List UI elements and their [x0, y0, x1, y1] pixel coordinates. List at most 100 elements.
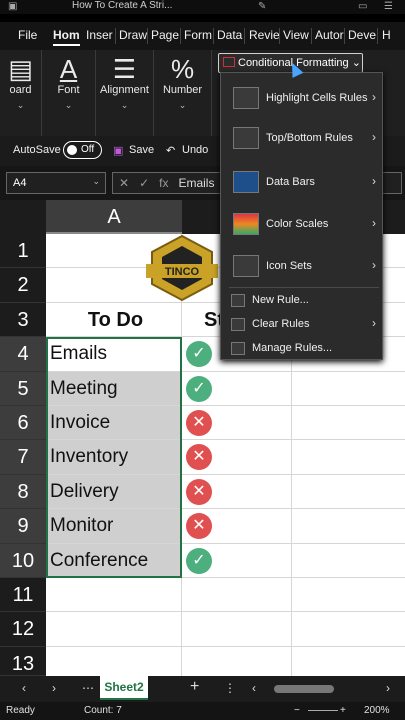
cell[interactable] — [46, 646, 182, 676]
chevron-left-icon[interactable]: ‹ — [22, 681, 26, 695]
menu-item-new-rule[interactable]: New Rule... — [221, 291, 384, 311]
cell[interactable] — [292, 578, 405, 613]
font-group[interactable]: A Font ⌄ — [42, 50, 96, 136]
horizontal-scrollbar[interactable] — [274, 685, 334, 693]
more-icon[interactable]: ⋮ — [224, 681, 236, 695]
name-box[interactable]: A4 ⌄ — [6, 172, 106, 194]
row-header[interactable]: 3 — [0, 302, 46, 338]
row-header[interactable]: 2 — [0, 268, 46, 303]
menu-item-icon-sets[interactable]: Icon Sets › — [221, 249, 384, 283]
cell[interactable] — [292, 647, 405, 676]
alignment-icon: ☰ — [112, 54, 137, 84]
row-header[interactable]: 10 — [0, 543, 46, 578]
layout-icon[interactable]: ▭ — [358, 1, 367, 12]
row-header[interactable]: 9 — [0, 509, 46, 544]
clipboard-group[interactable]: ▤ oard ⌄ — [0, 50, 42, 136]
status-cell[interactable]: ✕ — [182, 440, 292, 475]
clipboard-label: oard — [9, 84, 32, 96]
tab-draw[interactable]: Draw — [119, 28, 147, 42]
sheet-tab[interactable]: Sheet2 — [100, 676, 148, 700]
row-header[interactable]: 8 — [0, 474, 46, 510]
cell[interactable] — [292, 440, 405, 475]
row-header[interactable]: 12 — [0, 612, 46, 647]
enter-icon[interactable]: ✓ — [139, 176, 149, 190]
menu-item-clear-rules[interactable]: Clear Rules › — [221, 315, 384, 335]
tab-help[interactable]: H — [382, 28, 391, 42]
menu-icon[interactable]: ☰ — [384, 1, 393, 12]
status-cell[interactable]: ✓ — [182, 543, 292, 578]
cell[interactable] — [292, 612, 405, 647]
cross-icon: ✕ — [186, 513, 212, 540]
zoom-out-icon[interactable]: − — [294, 705, 300, 716]
row-header[interactable]: 11 — [0, 578, 46, 613]
undo-label[interactable]: Undo — [182, 144, 208, 156]
task-cell[interactable]: Emails — [46, 337, 182, 372]
cell[interactable] — [292, 509, 405, 544]
cell[interactable] — [46, 612, 182, 647]
cell[interactable] — [182, 612, 292, 647]
tab-home[interactable]: Hom — [53, 28, 80, 46]
alignment-label: Alignment — [100, 84, 149, 96]
row-header[interactable]: 1 — [0, 234, 46, 269]
alignment-group[interactable]: ☰ Alignment ⌄ — [96, 50, 154, 136]
pen-icon[interactable]: ✎ — [258, 1, 266, 12]
row-header[interactable]: 7 — [0, 440, 46, 475]
fx-icon[interactable]: fx — [159, 176, 168, 190]
add-sheet-icon[interactable]: + — [190, 678, 199, 696]
menu-item-top-bottom-rules[interactable]: Top/Bottom Rules › — [221, 121, 384, 155]
chevron-left-icon[interactable]: ‹ — [252, 681, 256, 695]
status-cell[interactable]: ✓ — [182, 371, 292, 406]
percent-icon: % — [170, 54, 195, 84]
task-cell[interactable]: Inventory — [46, 440, 182, 475]
column-header-a[interactable]: A — [46, 200, 182, 234]
tab-insert[interactable]: Inser — [86, 28, 113, 42]
menu-item-highlight-cells-rules[interactable]: Highlight Cells Rules › — [221, 81, 384, 115]
cell[interactable] — [292, 406, 405, 441]
cell[interactable] — [182, 578, 292, 613]
task-cell[interactable]: Conference — [46, 543, 182, 578]
row-header[interactable]: 5 — [0, 371, 46, 406]
row-header[interactable]: 4 — [0, 337, 46, 372]
autosave-toggle[interactable]: Off — [63, 141, 102, 159]
task-cell[interactable]: Invoice — [46, 406, 182, 441]
chevron-right-icon[interactable]: › — [52, 681, 56, 695]
menu-item-data-bars[interactable]: Data Bars › — [221, 165, 384, 199]
cell[interactable] — [292, 544, 405, 578]
cell[interactable] — [292, 372, 405, 406]
cell[interactable] — [46, 578, 182, 613]
more-icon[interactable]: ⋯ — [82, 681, 94, 695]
status-cell[interactable]: ✕ — [182, 406, 292, 441]
zoom-slider[interactable] — [308, 710, 338, 711]
zoom-in-icon[interactable]: + — [340, 705, 346, 716]
status-cell[interactable]: ✕ — [182, 509, 292, 544]
task-cell[interactable]: Delivery — [46, 474, 182, 510]
menu-item-color-scales[interactable]: Color Scales › — [221, 207, 384, 241]
row-header[interactable]: 6 — [0, 406, 46, 441]
task-cell[interactable]: Meeting — [46, 371, 182, 406]
name-box-value: A4 — [13, 177, 27, 189]
save-label[interactable]: Save — [129, 144, 154, 156]
tab-page[interactable]: Page — [151, 28, 179, 42]
tab-automate[interactable]: Autor — [315, 28, 344, 42]
number-group[interactable]: % Number ⌄ — [154, 50, 212, 136]
menu-item-manage-rules[interactable]: Manage Rules... — [221, 339, 384, 359]
chevron-right-icon[interactable]: › — [386, 681, 390, 695]
todo-header[interactable]: To Do — [46, 302, 182, 338]
undo-icon[interactable]: ↶ — [166, 144, 175, 157]
tab-view[interactable]: View — [283, 28, 309, 42]
tab-review[interactable]: Revie — [249, 28, 280, 42]
font-label: Font — [57, 84, 80, 96]
status-cell[interactable]: ✕ — [182, 474, 292, 510]
save-icon[interactable]: ▣ — [113, 144, 123, 157]
cell[interactable] — [292, 475, 405, 510]
task-cell[interactable]: Monitor — [46, 509, 182, 544]
top-bottom-icon — [233, 127, 259, 149]
tab-formulas[interactable]: Form — [184, 28, 212, 42]
zoom-level[interactable]: 200% — [364, 705, 390, 716]
tab-file[interactable]: File — [18, 28, 37, 42]
row-header[interactable]: 13 — [0, 646, 46, 676]
tab-data[interactable]: Data — [217, 28, 242, 42]
cancel-icon[interactable]: ✕ — [119, 176, 129, 190]
cell[interactable] — [182, 646, 292, 676]
tab-developer[interactable]: Deve — [348, 28, 376, 42]
